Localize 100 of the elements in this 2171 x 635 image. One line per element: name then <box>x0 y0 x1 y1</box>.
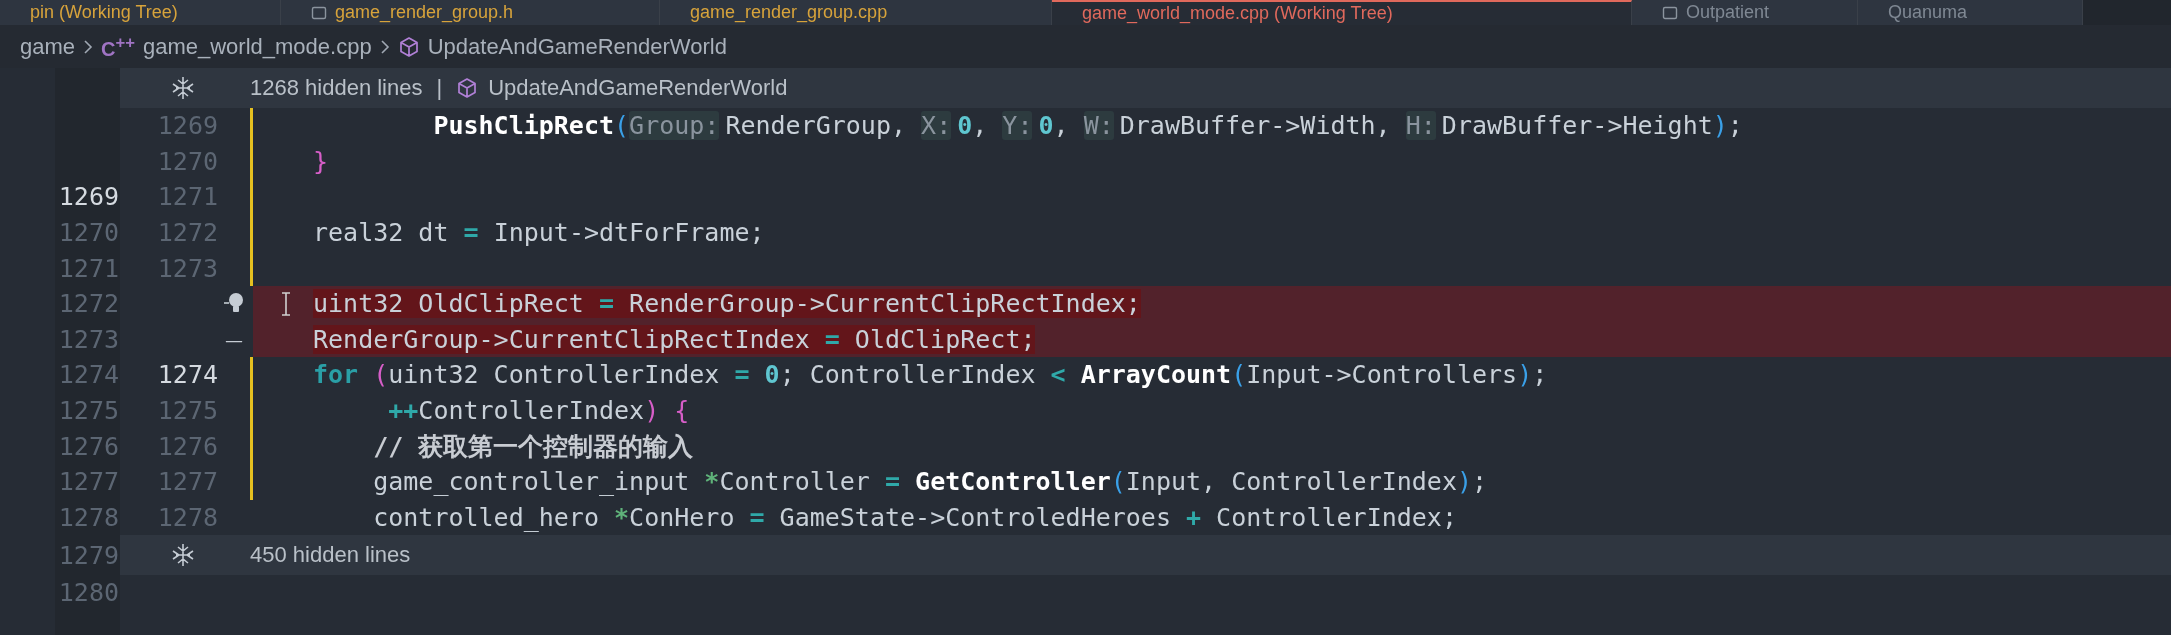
editor-tab[interactable]: game_render_group.h <box>281 0 660 25</box>
code-text: DrawBuffer->Height <box>1441 111 1713 141</box>
code-text: OldClipRect; <box>853 324 1036 354</box>
code-text: RenderGroup->CurrentClipRectIndex <box>313 324 810 354</box>
breadcrumb-item[interactable]: game <box>20 33 76 60</box>
hidden-lines-bar[interactable]: 1268 hidden lines | UpdateAndGameRenderWorld <box>120 68 2171 108</box>
keyword: for <box>313 360 359 390</box>
code-text: ConHero <box>629 502 735 532</box>
editor-tab[interactable]: Quanuma <box>1858 0 2083 25</box>
parenthesis: ) <box>1712 111 1728 141</box>
hidden-lines-label: 1268 hidden lines <box>250 75 423 101</box>
line-number: 1270 <box>157 146 218 176</box>
bracket: } <box>313 146 329 176</box>
separator-text: | <box>436 75 443 101</box>
hidden-lines-label: 450 hidden lines <box>250 542 411 569</box>
code-text: Input->Controllers <box>1246 360 1518 390</box>
parenthesis: ) <box>1456 467 1472 497</box>
editor-tab[interactable]: Outpatient <box>1632 0 1858 25</box>
parenthesis: ( <box>1231 360 1247 390</box>
code-comment: // 获取第一个控制器的输入 <box>372 431 694 461</box>
function-name: ArrayCount <box>1079 360 1232 390</box>
function-name: GetController <box>914 467 1111 497</box>
operator: = <box>733 360 750 390</box>
code-text: DrawBuffer->Width, <box>1119 111 1392 141</box>
code-text: ; <box>1532 360 1548 390</box>
line-number: 1278 <box>157 502 218 532</box>
code-text: Input, ControllerIndex <box>1125 467 1457 497</box>
operator: = <box>883 467 901 497</box>
cube-icon <box>456 77 479 99</box>
line-number: 1273 <box>157 253 218 283</box>
operator: ++ <box>387 396 419 426</box>
editor-tab[interactable]: game_render_group.cpp <box>660 0 1052 25</box>
code-text: controlled_hero <box>372 502 600 532</box>
inlay-hint: H: <box>1405 111 1436 141</box>
code-text: ; <box>1727 111 1743 141</box>
line-number: 1275 <box>58 396 119 426</box>
code-text: ; ControllerIndex <box>779 360 1036 390</box>
asterisk-text: * <box>614 502 630 532</box>
line-number: 1271 <box>157 182 218 212</box>
line-number: 1275 <box>157 396 218 426</box>
inlay-hint: X: <box>921 111 952 141</box>
inlay-hint: Y: <box>1002 111 1033 141</box>
line-number: 1274 <box>58 360 119 390</box>
code-text: Input->dtForFrame; <box>492 218 765 248</box>
code-text: game_controller_input <box>372 467 691 497</box>
code-text: , <box>1053 111 1070 141</box>
bracket: ( <box>372 360 389 390</box>
line-number: 1277 <box>58 467 119 497</box>
editor-tab[interactable]: game_world_mode.cpp (Working Tree) <box>1052 0 1632 25</box>
hidden-lines-bar[interactable]: 450 hidden lines <box>120 535 2171 576</box>
unfold-icon[interactable] <box>170 542 196 569</box>
operator: + <box>1185 502 1202 532</box>
code-text: ; <box>1472 467 1488 497</box>
parenthesis: ( <box>1110 467 1126 497</box>
code-text: uint32 ControllerIndex <box>388 360 720 390</box>
line-number: 1276 <box>58 431 119 461</box>
inlay-hint: Group: <box>629 111 720 141</box>
inlay-hint: W: <box>1083 111 1114 141</box>
line-number: 1271 <box>58 253 119 283</box>
cpp-language-label: C$^{++}$ <box>101 32 135 61</box>
parenthesis: ( <box>614 111 630 141</box>
cube-icon <box>397 35 420 58</box>
line-number: 1269 <box>157 111 218 141</box>
code-text: RenderGroup, <box>725 111 908 141</box>
code-text: ControllerIndex <box>418 396 645 426</box>
parenthesis: ) <box>1517 360 1533 390</box>
line-number: 1277 <box>157 467 218 497</box>
line-number: 1270 <box>58 218 119 248</box>
number-literal: 0 <box>957 111 973 141</box>
bracket: { <box>673 396 690 426</box>
breadcrumb-item[interactable]: UpdateAndGameRenderWorld <box>427 33 727 60</box>
line-number: 1278 <box>58 502 119 532</box>
code-text: , <box>972 111 989 141</box>
breadcrumb-item[interactable]: game_world_mode.cpp <box>142 33 372 60</box>
operator: = <box>598 289 615 319</box>
line-number: 1279 <box>58 540 119 570</box>
symbol-name[interactable]: UpdateAndGameRenderWorld <box>488 75 788 101</box>
function-name: PushClipRect <box>432 111 615 141</box>
line-number: 1272 <box>58 289 119 319</box>
text-cursor-icon <box>280 290 292 317</box>
editor-tab[interactable]: pin (Working Tree) <box>0 0 281 25</box>
line-number: 1272 <box>157 218 218 248</box>
removed-sign: — <box>225 328 243 350</box>
operator: = <box>823 324 840 354</box>
file-icon <box>1662 4 1678 21</box>
line-number: 1276 <box>157 431 218 461</box>
unfold-icon[interactable] <box>170 75 196 101</box>
line-number: 1274 <box>157 360 218 390</box>
code-text: GameState->ControledHeroes <box>778 502 1171 532</box>
chevron-right-icon <box>83 38 94 55</box>
code-text: real32 dt <box>313 218 449 248</box>
line-number: 1280 <box>58 578 119 608</box>
line-number: 1269 <box>58 182 119 212</box>
asterisk-text: * <box>704 467 720 497</box>
bracket: ) <box>644 396 660 426</box>
operator: = <box>462 218 479 248</box>
operator: < <box>1049 360 1066 390</box>
line-number: 1273 <box>58 324 119 354</box>
code-text: Controller <box>719 467 870 497</box>
file-icon <box>311 4 327 21</box>
